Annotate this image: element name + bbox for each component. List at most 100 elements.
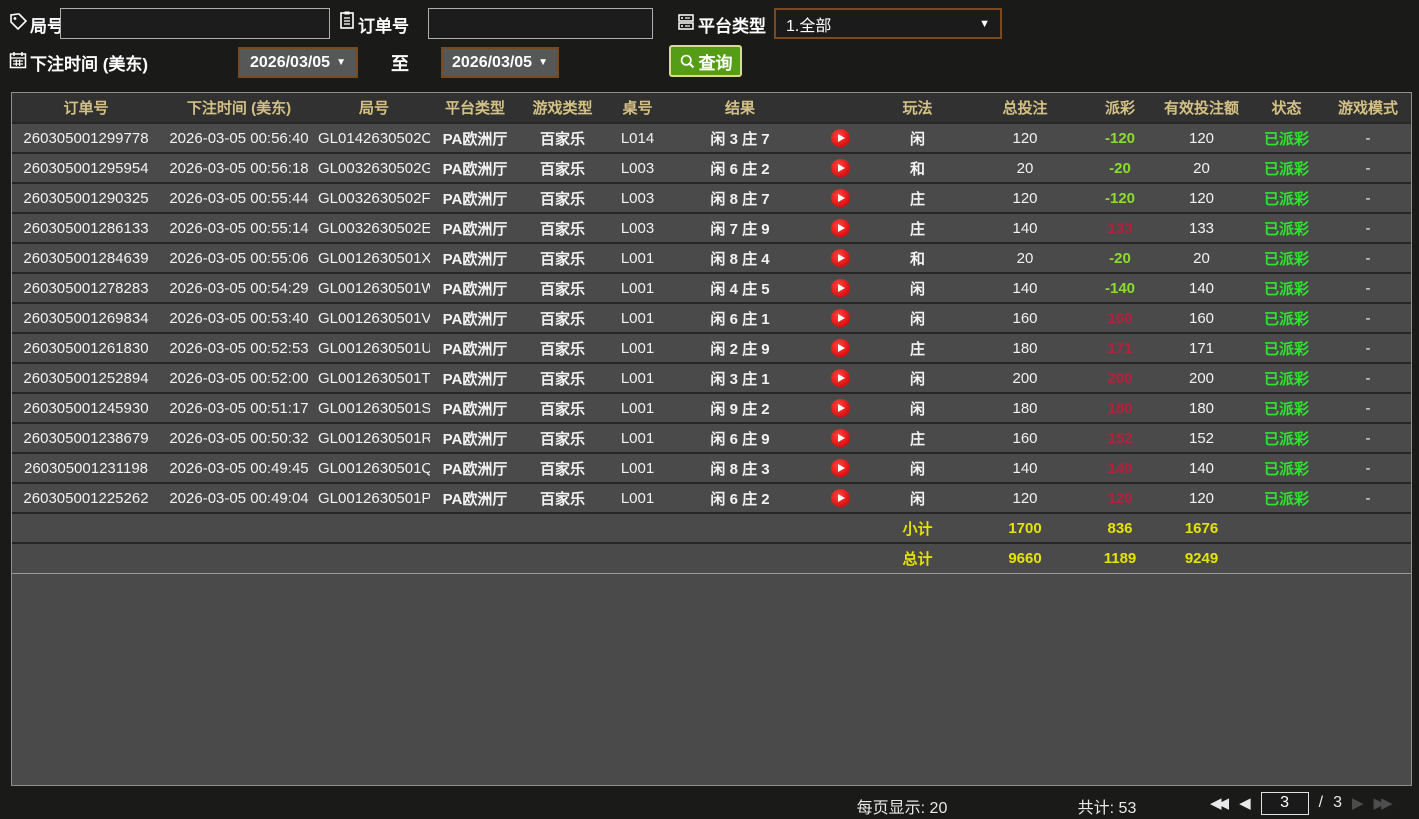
subtotal-row: 小计17008361676: [12, 513, 1411, 543]
subtotal-total_bet: 1700: [965, 513, 1085, 543]
date-to-picker[interactable]: 2026/03/05 ▼: [441, 47, 559, 78]
table-row: 2603050012861332026-03-05 00:55:14GL0032…: [12, 213, 1411, 243]
subtotal-result: [670, 513, 810, 543]
per-page-display: 每页显示: 20: [857, 794, 948, 818]
cell-payout: 171: [1085, 333, 1155, 363]
total-game_mode: [1325, 543, 1411, 573]
cell-valid_bet: 171: [1155, 333, 1248, 363]
chevron-down-icon: ▼: [979, 18, 990, 30]
round-input[interactable]: [60, 8, 330, 39]
date-from-picker[interactable]: 2026/03/05 ▼: [238, 47, 358, 78]
cell-game_type: 百家乐: [520, 483, 605, 513]
cell-valid_bet: 133: [1155, 213, 1248, 243]
cell-play_icon: [810, 333, 870, 363]
cell-play_icon: [810, 153, 870, 183]
cell-game_type: 百家乐: [520, 453, 605, 483]
date-to-value: 2026/03/05: [452, 54, 532, 72]
replay-video-button[interactable]: [831, 309, 850, 327]
cell-play_icon: [810, 273, 870, 303]
cell-payout: -120: [1085, 183, 1155, 213]
cell-play_icon: [810, 423, 870, 453]
replay-video-button[interactable]: [831, 429, 850, 447]
table-row: 2603050012782832026-03-05 00:54:29GL0012…: [12, 273, 1411, 303]
cell-status: 已派彩: [1248, 483, 1325, 513]
cell-game_type: 百家乐: [520, 183, 605, 213]
column-header-game_mode: 游戏模式: [1325, 93, 1411, 123]
replay-video-button[interactable]: [831, 159, 850, 177]
replay-video-button[interactable]: [831, 339, 850, 357]
cell-order_no: 260305001278283: [12, 273, 160, 303]
cell-table_no: L001: [605, 273, 670, 303]
cell-result: 闲 7 庄 9: [670, 213, 810, 243]
total-payout: 1189: [1085, 543, 1155, 573]
cell-platform: PA欧洲厅: [430, 183, 520, 213]
cell-play_icon: [810, 243, 870, 273]
tag-icon: [8, 12, 28, 32]
platform-label: 平台类型: [698, 12, 766, 37]
play-icon: [838, 284, 845, 292]
cell-round_no: GL0012630501R: [318, 423, 430, 453]
search-button[interactable]: 查询: [669, 45, 742, 77]
cell-total_bet: 180: [965, 393, 1085, 423]
chevron-down-icon: ▼: [336, 57, 346, 68]
replay-video-button[interactable]: [831, 399, 850, 417]
subtotal-play_method: 小计: [870, 513, 965, 543]
cell-result: 闲 6 庄 9: [670, 423, 810, 453]
cell-game_mode: -: [1325, 273, 1411, 303]
cell-bet_time: 2026-03-05 00:55:44: [160, 183, 318, 213]
last-page-icon[interactable]: ▶▶: [1374, 794, 1393, 812]
next-page-icon[interactable]: ▶: [1352, 794, 1364, 812]
table-row: 2603050012903252026-03-05 00:55:44GL0032…: [12, 183, 1411, 213]
replay-video-button[interactable]: [831, 459, 850, 477]
cell-play_method: 闲: [870, 303, 965, 333]
prev-page-icon[interactable]: ◀: [1239, 794, 1251, 812]
cell-play_method: 庄: [870, 213, 965, 243]
cell-game_type: 百家乐: [520, 273, 605, 303]
replay-video-button[interactable]: [831, 279, 850, 297]
column-header-status: 状态: [1248, 93, 1325, 123]
cell-table_no: L001: [605, 243, 670, 273]
cell-play_icon: [810, 453, 870, 483]
total-result: [670, 543, 810, 573]
cell-platform: PA欧洲厅: [430, 303, 520, 333]
cell-round_no: GL0012630501T: [318, 363, 430, 393]
total-bet_time: [160, 543, 318, 573]
cell-result: 闲 6 庄 2: [670, 153, 810, 183]
order-input[interactable]: [428, 8, 653, 39]
cell-status: 已派彩: [1248, 123, 1325, 153]
subtotal-platform: [430, 513, 520, 543]
cell-play_icon: [810, 483, 870, 513]
cell-play_icon: [810, 363, 870, 393]
replay-video-button[interactable]: [831, 369, 850, 387]
play-icon: [838, 194, 845, 202]
subtotal-valid_bet: 1676: [1155, 513, 1248, 543]
cell-play_method: 庄: [870, 183, 965, 213]
play-icon: [838, 494, 845, 502]
platform-select[interactable]: 1.全部 ▼: [774, 8, 1002, 39]
replay-video-button[interactable]: [831, 129, 850, 147]
cell-total_bet: 120: [965, 123, 1085, 153]
cell-game_mode: -: [1325, 183, 1411, 213]
total-play_icon: [810, 543, 870, 573]
total-game_type: [520, 543, 605, 573]
column-header-platform: 平台类型: [430, 93, 520, 123]
cell-platform: PA欧洲厅: [430, 273, 520, 303]
bet-records-table: 订单号下注时间 (美东)局号平台类型游戏类型桌号结果玩法总投注派彩有效投注额状态…: [11, 92, 1412, 786]
replay-video-button[interactable]: [831, 249, 850, 267]
bet-time-label: 下注时间 (美东): [30, 50, 148, 75]
replay-video-button[interactable]: [831, 489, 850, 507]
cell-bet_time: 2026-03-05 00:55:14: [160, 213, 318, 243]
cell-result: 闲 3 庄 1: [670, 363, 810, 393]
replay-video-button[interactable]: [831, 219, 850, 237]
cell-game_type: 百家乐: [520, 123, 605, 153]
total-status: [1248, 543, 1325, 573]
chevron-down-icon: ▼: [538, 57, 548, 68]
cell-result: 闲 8 庄 7: [670, 183, 810, 213]
replay-video-button[interactable]: [831, 189, 850, 207]
page-number-input[interactable]: [1261, 792, 1309, 815]
date-range-to-label: 至: [391, 50, 409, 76]
cell-play_method: 和: [870, 153, 965, 183]
date-from-value: 2026/03/05: [250, 54, 330, 72]
first-page-icon[interactable]: ◀◀: [1210, 794, 1229, 812]
table-row: 2603050012846392026-03-05 00:55:06GL0012…: [12, 243, 1411, 273]
